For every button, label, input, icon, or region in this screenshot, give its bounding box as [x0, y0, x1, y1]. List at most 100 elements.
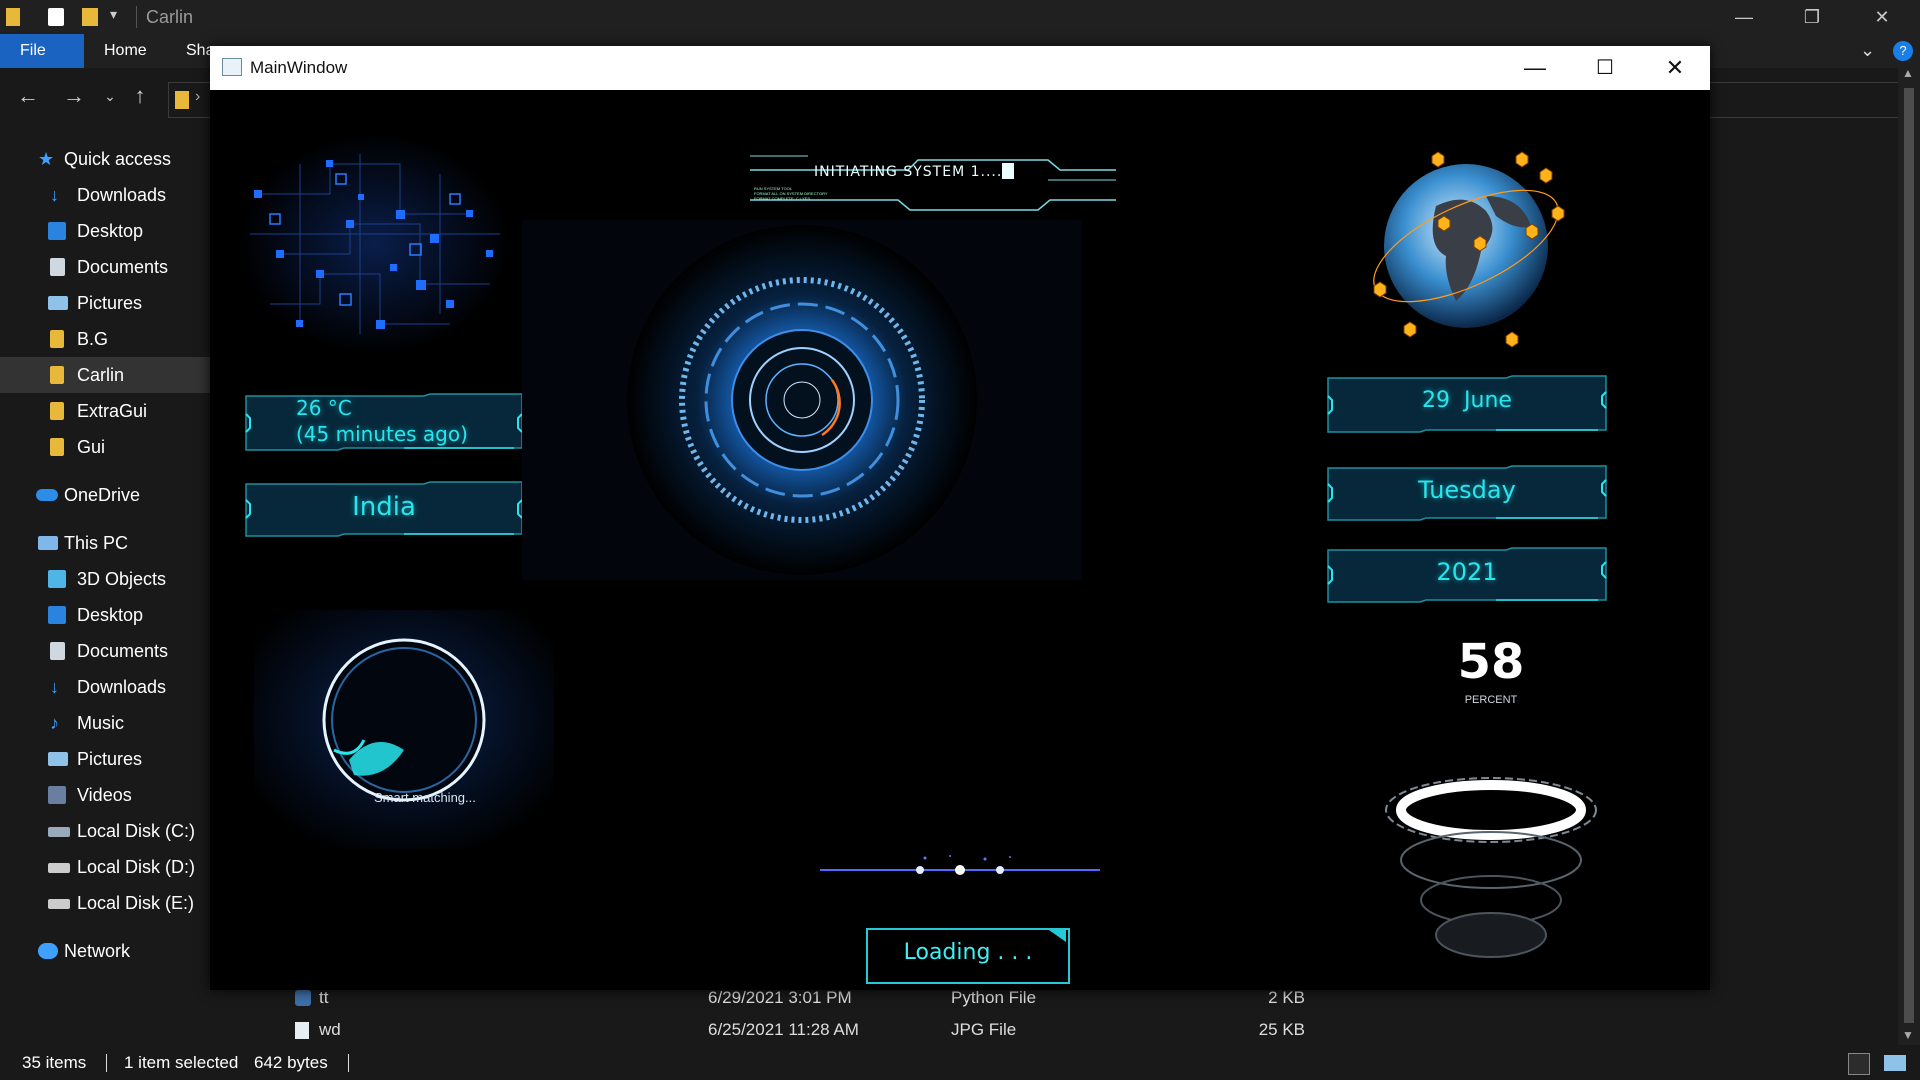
details-view-icon[interactable]	[1848, 1053, 1870, 1075]
sidebar-item-local-disk-d[interactable]: Local Disk (D:)	[0, 849, 210, 885]
country-panel: India	[244, 480, 524, 538]
sidebar-item-onedrive[interactable]: OneDrive	[0, 477, 210, 513]
sidebar-item-videos[interactable]: Videos	[0, 777, 210, 813]
divider	[136, 6, 137, 28]
sidebar-item-gui[interactable]: Gui	[0, 429, 210, 465]
maximize-button[interactable]: ☐	[1570, 46, 1640, 90]
up-arrow-icon[interactable]: ↑	[126, 82, 154, 110]
recent-chevron-icon[interactable]: ⌄	[96, 82, 124, 110]
sidebar-item-downloads[interactable]: ↓ Downloads	[0, 177, 210, 213]
cursor-block	[1002, 163, 1014, 179]
expand-ribbon-icon[interactable]: ⌄	[1860, 40, 1875, 61]
banner-text: INITIATING SYSTEM 1....	[814, 164, 1003, 180]
new-folder-icon[interactable]	[82, 8, 98, 26]
minimize-button[interactable]: —	[1500, 46, 1570, 90]
help-icon[interactable]: ?	[1893, 41, 1913, 61]
battery-unit: PERCENT	[1464, 694, 1518, 706]
circuit-graphic	[240, 134, 510, 354]
folder-icon	[50, 438, 64, 456]
loading-indicator: Loading . . .	[866, 928, 1070, 984]
document-icon	[50, 258, 65, 276]
sidebar-item-local-disk-c[interactable]: Local Disk (C:)	[0, 813, 210, 849]
computer-icon	[38, 536, 58, 550]
weather-age: (45 minutes ago)	[296, 422, 468, 446]
document-icon	[50, 642, 65, 660]
cloud-icon	[36, 489, 58, 501]
reactor-graphic	[522, 220, 1082, 580]
main-window: MainWindow — ☐ ✕ INITIATING SYSTEM 1....…	[210, 46, 1710, 990]
star-icon: ★	[38, 149, 55, 169]
download-icon: ↓	[50, 677, 59, 697]
sidebar-item-quick-access[interactable]: ★ Quick access	[0, 141, 210, 177]
hud-canvas: INITIATING SYSTEM 1.... RUN SYSTEM TOOL …	[210, 90, 1710, 990]
sidebar-item-carlin[interactable]: Carlin	[0, 357, 210, 393]
window-title: Carlin	[146, 7, 194, 27]
close-icon[interactable]: ✕	[1862, 4, 1902, 30]
scroll-thumb[interactable]	[1904, 88, 1914, 1023]
item-count: 35 items	[22, 1053, 87, 1072]
system-banner: INITIATING SYSTEM 1.... RUN SYSTEM TOOL …	[748, 150, 1118, 220]
video-icon	[48, 786, 66, 804]
sidebar-item-this-pc[interactable]: This PC	[0, 525, 210, 561]
sidebar-item-pc-downloads[interactable]: ↓ Downloads	[0, 669, 210, 705]
drive-icon	[48, 863, 70, 873]
status-bar: 35 items 1 item selected 642 bytes	[0, 1045, 1920, 1080]
explorer-titlebar: ▾ Carlin — ❐ ✕	[0, 0, 1920, 34]
sidebar-item-pictures[interactable]: Pictures	[0, 285, 210, 321]
large-icons-view-icon[interactable]	[1884, 1055, 1906, 1071]
date-panel: 29 June	[1326, 374, 1608, 434]
drive-icon	[48, 899, 70, 909]
sidebar-item-bg[interactable]: B.G	[0, 321, 210, 357]
folder-icon	[6, 8, 20, 26]
list-item[interactable]: wd 6/25/2021 11:28 AM JPG File 25 KB	[235, 1014, 1895, 1046]
divider	[348, 1054, 349, 1072]
date-weekday: Tuesday	[1418, 476, 1516, 504]
sidebar-item-pc-desktop[interactable]: Desktop	[0, 597, 210, 633]
pictures-icon	[48, 296, 68, 310]
minimize-icon[interactable]: —	[1724, 4, 1764, 30]
scroll-down-icon[interactable]: ▼	[1902, 1028, 1914, 1042]
tab-home[interactable]: Home	[84, 34, 167, 68]
close-button[interactable]: ✕	[1640, 46, 1710, 90]
sidebar-item-music[interactable]: ♪ Music	[0, 705, 210, 741]
banner-subtext: RUN SYSTEM TOOL FORMAT ALL ON SYSTEM DIR…	[754, 186, 828, 201]
app-icon	[222, 58, 242, 76]
image-file-icon	[295, 1022, 309, 1039]
vertical-scrollbar[interactable]: ▲ ▼	[1898, 66, 1920, 1045]
globe-graphic	[1373, 151, 1565, 348]
sidebar-item-3d-objects[interactable]: 3D Objects	[0, 561, 210, 597]
loading-glow	[820, 855, 1100, 875]
forward-arrow-icon[interactable]: →	[60, 82, 88, 110]
chevron-down-icon[interactable]: ▾	[110, 6, 117, 23]
assistant-orb	[254, 610, 554, 850]
chevron-right-icon[interactable]: ›	[195, 88, 200, 106]
back-arrow-icon[interactable]: ←	[14, 82, 42, 110]
selection-size: 642 bytes	[254, 1053, 328, 1072]
cube-icon	[48, 570, 66, 588]
sidebar-item-pc-pictures[interactable]: Pictures	[0, 741, 210, 777]
download-icon: ↓	[50, 185, 59, 205]
temperature: 26 °C	[296, 396, 352, 420]
year-panel: 2021	[1326, 546, 1608, 604]
sidebar-item-network[interactable]: Network	[0, 933, 210, 969]
sidebar-item-pc-documents[interactable]: Documents	[0, 633, 210, 669]
drive-icon	[48, 827, 70, 837]
restore-icon[interactable]: ❐	[1792, 4, 1832, 30]
sidebar-item-desktop[interactable]: Desktop	[0, 213, 210, 249]
loading-text: Loading . . .	[903, 940, 1033, 965]
weekday-panel: Tuesday	[1326, 464, 1608, 522]
battery-value: 58	[1457, 634, 1525, 690]
main-window-titlebar: MainWindow — ☐ ✕	[210, 46, 1710, 90]
weather-panel: 26 °C (45 minutes ago)	[244, 392, 524, 452]
sidebar-item-extragui[interactable]: ExtraGui	[0, 393, 210, 429]
properties-icon[interactable]	[48, 8, 64, 26]
tab-file[interactable]: File	[0, 34, 84, 68]
sidebar-item-documents[interactable]: Documents	[0, 249, 210, 285]
divider	[106, 1054, 107, 1072]
desktop-icon	[48, 222, 66, 240]
music-icon: ♪	[50, 713, 59, 733]
date-day-month: 29 June	[1422, 388, 1512, 413]
sidebar-item-local-disk-e[interactable]: Local Disk (E:)	[0, 885, 210, 921]
scroll-up-icon[interactable]: ▲	[1902, 66, 1914, 80]
selection-count: 1 item selected	[124, 1053, 239, 1072]
